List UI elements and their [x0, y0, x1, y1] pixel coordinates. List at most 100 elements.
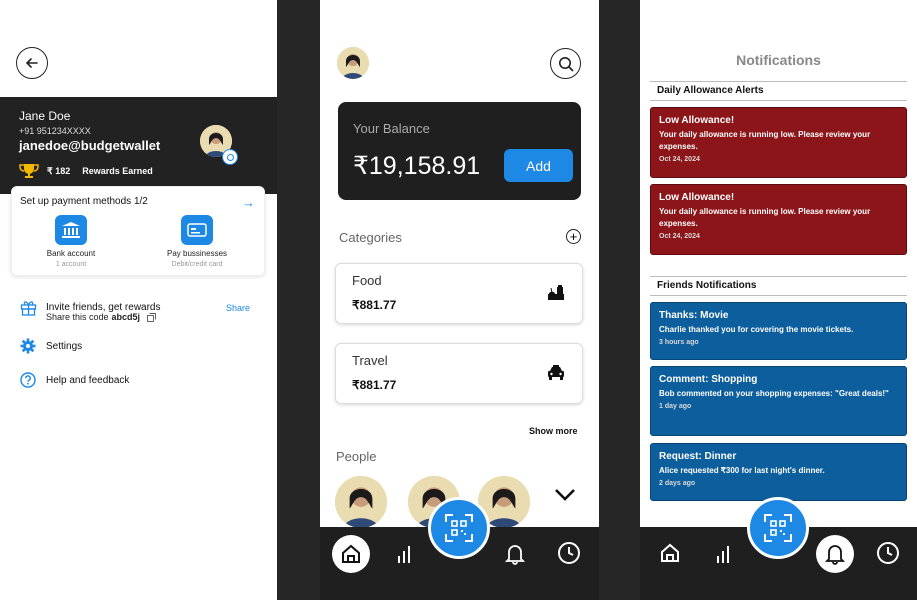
nav-history[interactable]	[556, 540, 582, 566]
clock-icon	[558, 542, 580, 564]
notification-title: Request: Dinner	[659, 451, 737, 462]
notifications-screen: Notifications Daily Allowance Alerts Low…	[640, 0, 917, 527]
profile-email: janedoe@budgetwallet	[19, 138, 161, 153]
divider	[650, 81, 907, 82]
payment-setup-title: Set up payment methods 1/2	[20, 196, 148, 207]
notification-time: 3 hours ago	[659, 339, 699, 346]
alert-card[interactable]: Low Allowance! Your daily allowance is r…	[650, 107, 907, 178]
rewards-row[interactable]: ₹ 182 Rewards Earned	[19, 163, 153, 179]
profile-header: Jane Doe +91 951234XXXX janedoe@budgetwa…	[0, 97, 277, 194]
scan-qr-button[interactable]	[747, 497, 809, 559]
profile-phone: +91 951234XXXX	[19, 126, 91, 136]
card-icon	[181, 215, 213, 245]
nav-home[interactable]	[332, 535, 370, 573]
category-value: ₹881.77	[352, 378, 397, 392]
nav-notifications[interactable]	[502, 541, 528, 567]
arrow-right-icon[interactable]: →	[242, 195, 255, 210]
friend-notification-card[interactable]: Thanks: Movie Charlie thanked you for co…	[650, 302, 907, 360]
pay-businesses-sub: Debit/credit card	[171, 261, 223, 268]
divider	[650, 100, 907, 101]
camera-icon[interactable]	[222, 149, 238, 165]
back-button[interactable]	[16, 47, 48, 79]
car-icon	[545, 362, 567, 384]
pay-businesses-label: Pay bussinesses	[166, 249, 228, 258]
bank-account-label: Bank account	[46, 249, 96, 258]
show-more-link[interactable]: Show more	[529, 426, 578, 436]
notification-body: Your daily allowance is running low. Ple…	[659, 207, 871, 228]
category-name: Travel	[352, 353, 388, 368]
notification-body: Charlie thanked you for covering the mov…	[659, 325, 854, 334]
category-name: Food	[352, 273, 382, 288]
bell-icon	[825, 545, 845, 565]
home-icon	[661, 543, 679, 562]
bank-account-option[interactable]: Bank account 1 account	[26, 215, 116, 268]
home-screen: Your Balance ₹19,158.91 Add Categories +…	[320, 0, 599, 528]
add-category-button[interactable]: +	[566, 229, 581, 244]
divider	[650, 276, 907, 277]
pay-businesses-option[interactable]: Pay bussinesses Debit/credit card	[152, 215, 242, 268]
bell-icon	[505, 545, 525, 565]
friend-notification-card[interactable]: Request: Dinner Alice requested ₹300 for…	[650, 443, 907, 501]
notification-time: 1 day ago	[659, 403, 692, 410]
bank-account-sub: 1 account	[55, 261, 87, 268]
help-row[interactable]: Help and feedback	[19, 371, 129, 389]
payment-setup-card[interactable]: Set up payment methods 1/2 → Bank accoun…	[11, 186, 265, 276]
trophy-icon	[19, 164, 39, 178]
balance-label: Your Balance	[353, 121, 430, 136]
search-icon	[558, 56, 574, 72]
bar-chart-icon	[717, 546, 729, 563]
notification-body: Your daily allowance is running low. Ple…	[659, 130, 871, 151]
avatar[interactable]	[337, 47, 369, 79]
nav-notifications[interactable]	[816, 535, 854, 573]
notification-title: Comment: Shopping	[659, 374, 758, 385]
friend-notification-card[interactable]: Comment: Shopping Bob commented on your …	[650, 366, 907, 436]
share-button[interactable]: Share	[226, 303, 250, 313]
notification-time: Oct 24, 2024	[659, 156, 700, 163]
balance-value: ₹19,158.91	[353, 152, 481, 180]
nav-home[interactable]	[657, 540, 683, 566]
chevron-down-icon[interactable]	[554, 488, 576, 502]
people-title: People	[336, 449, 377, 464]
plus-icon: +	[569, 229, 578, 244]
add-button[interactable]: Add	[504, 149, 573, 182]
food-icon	[545, 282, 567, 304]
search-button[interactable]	[550, 48, 581, 79]
categories-title: Categories	[339, 230, 402, 245]
profile-screen: Jane Doe +91 951234XXXX janedoe@budgetwa…	[0, 0, 277, 600]
share-code-prefix: Share this code	[46, 312, 109, 322]
nav-stats[interactable]	[391, 541, 417, 567]
category-card[interactable]: Food ₹881.77	[335, 263, 583, 324]
copy-icon[interactable]	[147, 312, 157, 322]
share-code-row: Share this code abcd5j	[46, 312, 157, 322]
section-title: Friends Notifications	[657, 280, 757, 291]
rewards-label: Rewards Earned	[82, 166, 153, 176]
invite-friends-label: Invite friends, get rewards	[46, 301, 161, 313]
nav-stats[interactable]	[710, 541, 736, 567]
notification-time: Oct 24, 2024	[659, 233, 700, 240]
alert-card[interactable]: Low Allowance! Your daily allowance is r…	[650, 184, 907, 255]
notification-body: Bob commented on your shopping expenses:…	[659, 389, 889, 398]
help-label: Help and feedback	[46, 374, 130, 386]
divider	[650, 295, 907, 296]
settings-label: Settings	[46, 340, 83, 352]
notification-body: Alice requested ₹300 for last night's di…	[659, 466, 825, 475]
notification-time: 2 days ago	[659, 480, 696, 487]
home-icon	[342, 544, 360, 563]
notification-title: Thanks: Movie	[659, 310, 729, 321]
share-code: abcd5j	[111, 312, 141, 322]
clock-icon	[877, 542, 899, 564]
arrow-left-icon	[25, 58, 38, 68]
bar-chart-icon	[398, 546, 410, 563]
nav-history[interactable]	[875, 540, 901, 566]
category-value: ₹881.77	[352, 298, 397, 312]
gear-icon	[19, 337, 37, 355]
page-title: Notifications	[736, 52, 821, 68]
help-icon	[19, 371, 37, 389]
category-card[interactable]: Travel ₹881.77	[335, 343, 583, 404]
scan-qr-button[interactable]	[428, 497, 490, 559]
section-title: Daily Allowance Alerts	[657, 85, 764, 96]
settings-row[interactable]: Settings	[19, 337, 82, 355]
person-avatar[interactable]	[335, 476, 387, 528]
notification-title: Low Allowance!	[659, 192, 735, 203]
qr-scan-icon	[445, 514, 473, 542]
